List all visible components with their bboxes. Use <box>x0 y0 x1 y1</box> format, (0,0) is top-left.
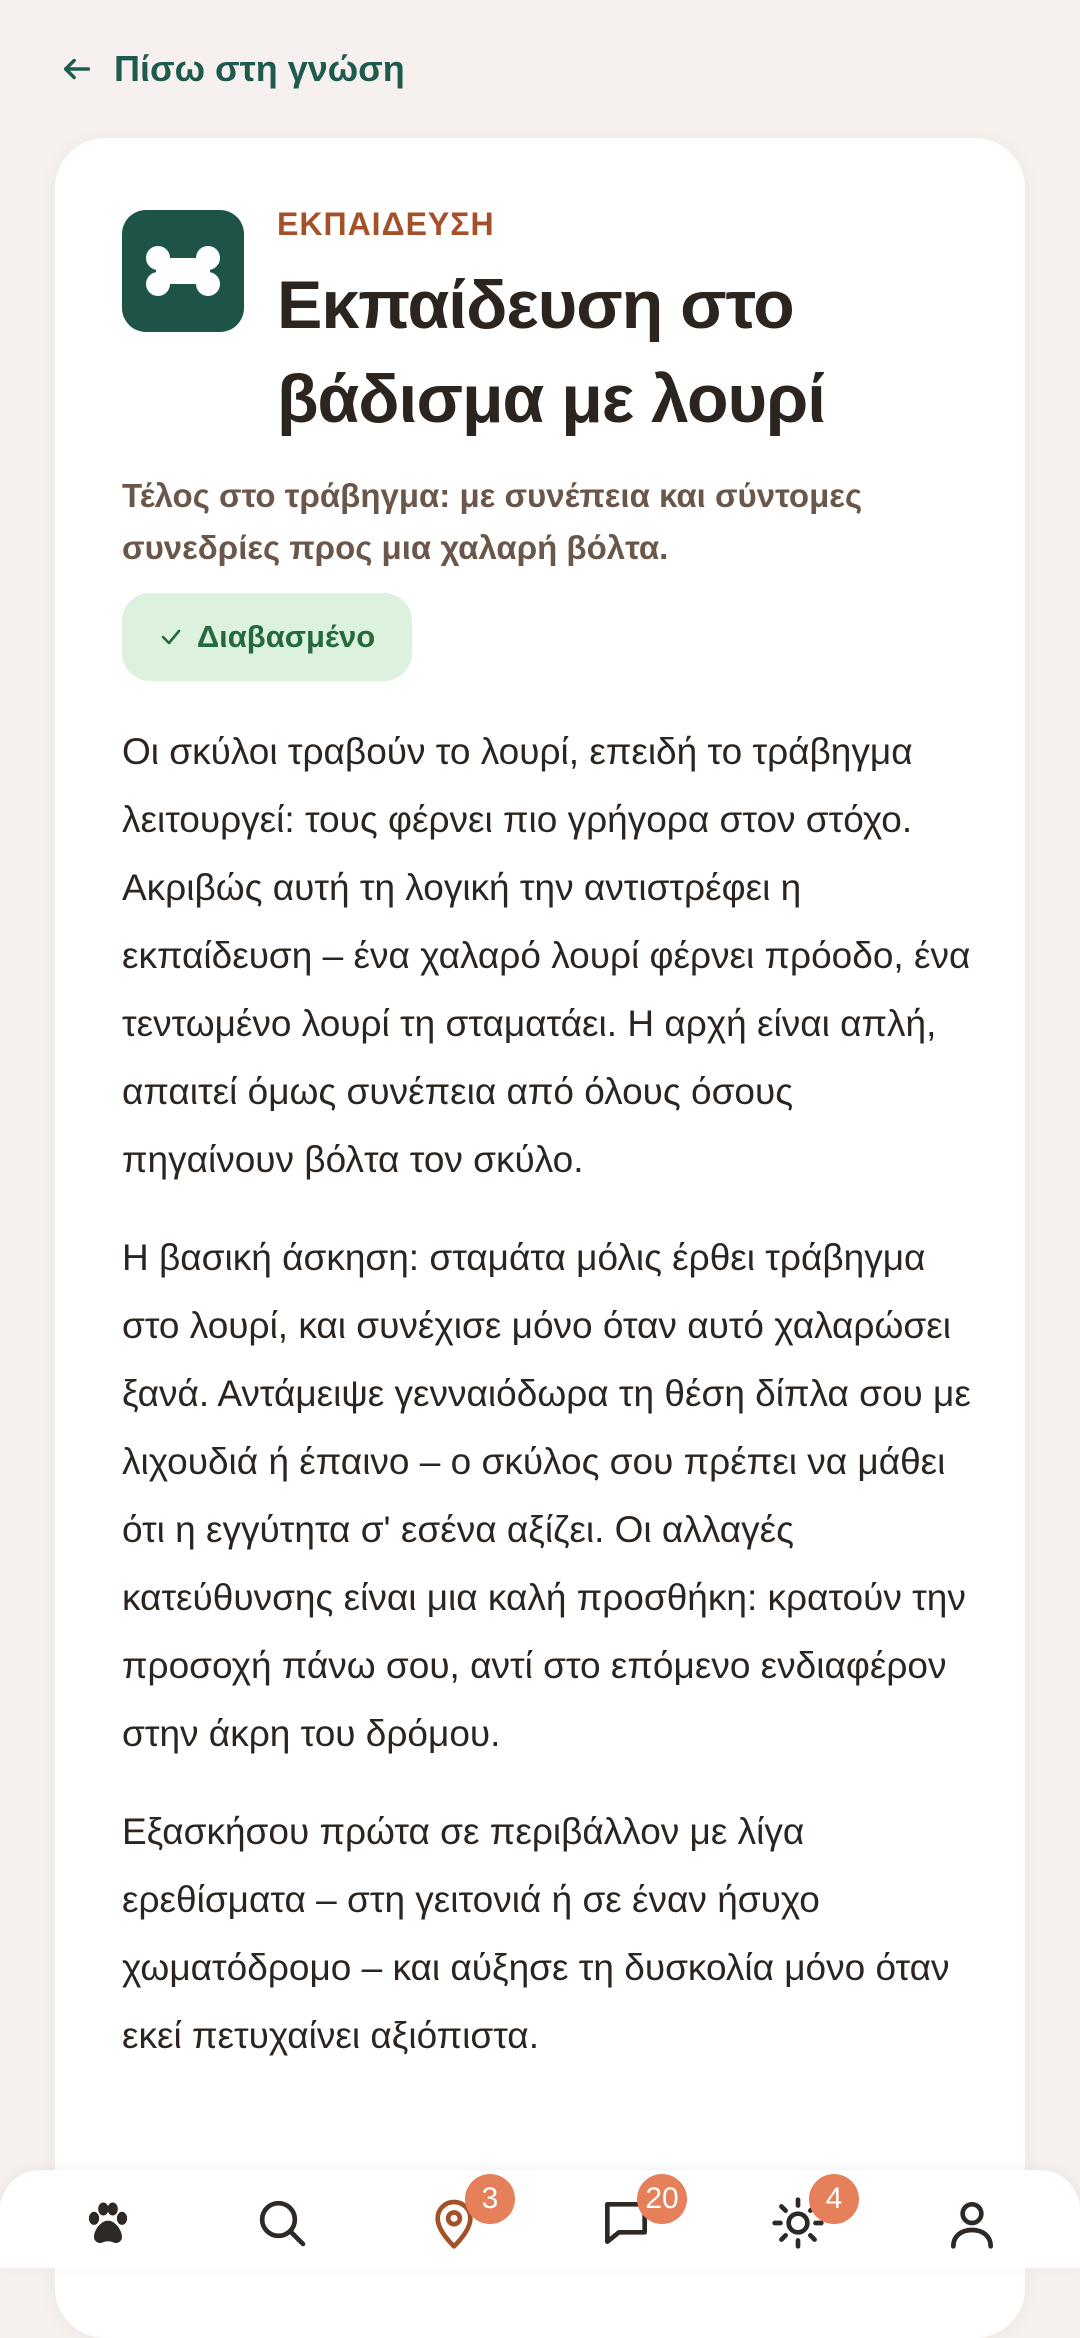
nav-item-sun[interactable]: 4 <box>763 2174 859 2258</box>
nav-item-map[interactable]: 3 <box>419 2174 515 2258</box>
nav-item-paw[interactable] <box>73 2188 143 2258</box>
read-status-badge: Διαβασμένο <box>122 593 412 681</box>
article-subtitle: Τέλος στο τράβηγμα: με συνέπεια και σύντ… <box>122 477 863 566</box>
back-link-label: Πίσω στη γνώση <box>114 48 405 89</box>
bone-icon <box>122 210 244 332</box>
back-link[interactable]: Πίσω στη γνώση <box>60 44 405 94</box>
nav-item-profile[interactable] <box>937 2188 1007 2258</box>
article-paragraph: Η βασική άσκηση: σταμάτα μόλις έρθει τρά… <box>122 1237 971 1754</box>
article-body: Οι σκύλοι τραβούν το λουρί, επειδή το τρ… <box>122 718 972 2100</box>
article-paragraph: Οι σκύλοι τραβούν το λουρί, επειδή το τρ… <box>122 731 971 1180</box>
arrow-left-icon <box>63 58 91 80</box>
notification-badge: 3 <box>465 2174 515 2224</box>
article-card: ΕΚΠΑΙΔΕΥΣΗ Εκπαίδευση στο βάδισμα με λου… <box>55 138 1025 2338</box>
paw-icon <box>88 2202 128 2244</box>
article-title: Εκπαίδευση στο βάδισμα με λουρί <box>277 267 826 437</box>
bottom-navigation: 3 20 4 <box>0 2170 1080 2268</box>
notification-badge: 20 <box>637 2174 687 2224</box>
nav-item-search[interactable] <box>247 2188 317 2258</box>
check-icon <box>161 629 181 645</box>
article-category: ΕΚΠΑΙΔΕΥΣΗ <box>277 206 495 242</box>
notification-badge: 4 <box>809 2174 859 2224</box>
read-status-label: Διαβασμένο <box>196 619 376 654</box>
user-icon <box>951 2202 993 2249</box>
article-paragraph: Εξασκήσου πρώτα σε περιβάλλον με λίγα ερ… <box>122 1811 950 2056</box>
search-icon <box>259 2200 306 2247</box>
nav-item-chat[interactable]: 20 <box>591 2174 687 2258</box>
